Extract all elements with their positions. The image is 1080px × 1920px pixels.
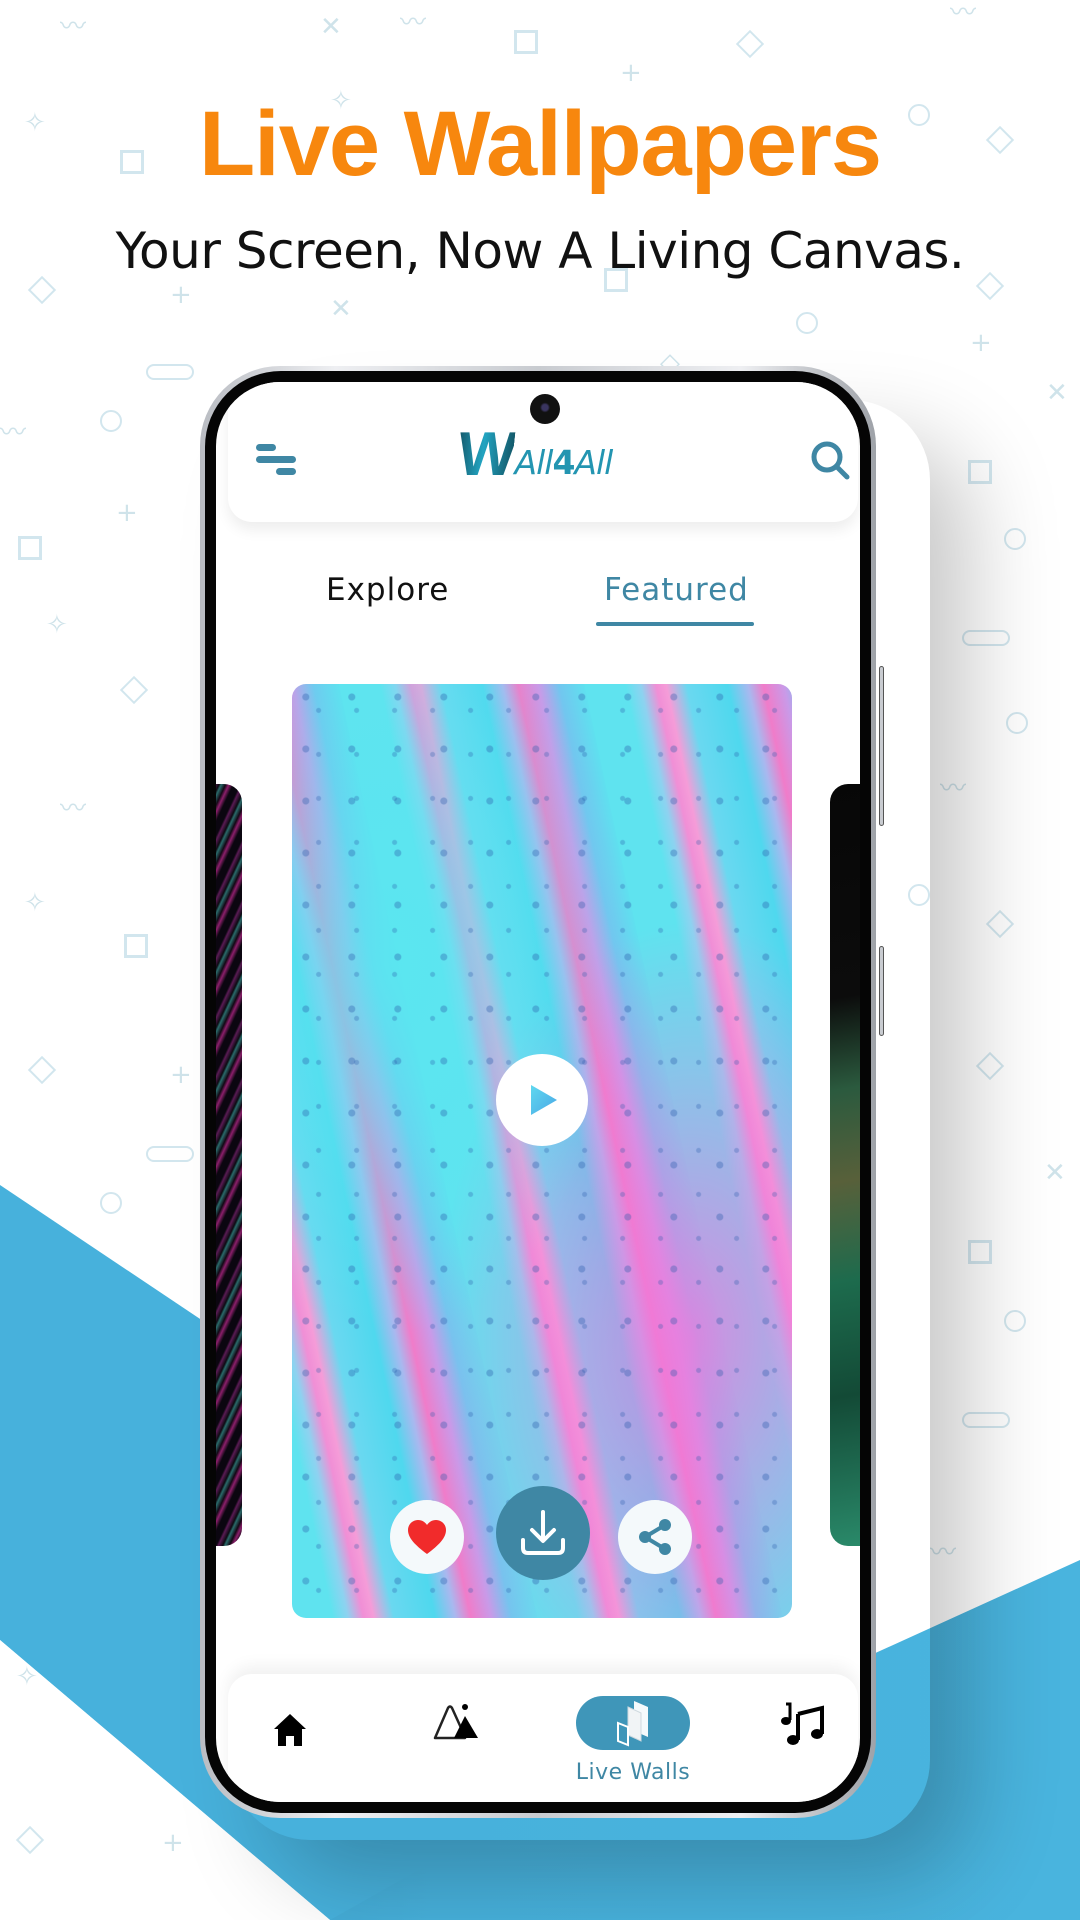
pill-doodle (962, 630, 1010, 646)
diamond-doodle (975, 1051, 1005, 1081)
tab-explore[interactable]: Explore (326, 572, 449, 608)
nav-live-walls-label[interactable]: Live Walls (568, 1760, 698, 1785)
cross-doodle: ✕ (330, 294, 352, 324)
diamond-doodle (119, 675, 149, 705)
circle-doodle (1004, 528, 1026, 550)
search-icon[interactable] (808, 438, 852, 482)
logo-initial: W (454, 420, 517, 489)
pill-doodle (962, 1412, 1010, 1428)
play-icon (531, 1085, 557, 1115)
phone-bezel: W All4All Explore Featured Live Walls (205, 371, 871, 1813)
layers-icon (617, 1701, 648, 1747)
next-wallpaper-card[interactable] (830, 784, 860, 1546)
promo-subheadline: Your Screen, Now A Living Canvas. (115, 222, 965, 280)
play-button[interactable] (496, 1054, 588, 1146)
square-doodle (514, 30, 538, 54)
front-camera (530, 394, 560, 424)
previous-wallpaper-card[interactable] (216, 784, 242, 1546)
phone-screen: W All4All Explore Featured Live Walls (216, 382, 860, 1802)
cross-doodle: ✕ (320, 12, 342, 42)
plus-doodle: + (170, 1060, 192, 1090)
pill-doodle (146, 364, 194, 380)
tab-bar: Explore Featured (216, 572, 860, 632)
square-doodle (18, 536, 42, 560)
volume-button (879, 666, 884, 826)
circle-doodle (1004, 1310, 1026, 1332)
zigzag-doodle: 〰 (940, 774, 967, 804)
zigzag-doodle: 〰 (930, 1538, 957, 1568)
phone-mockup: W All4All Explore Featured Live Walls (200, 366, 884, 1818)
promo-headline: Live Wallpapers (198, 93, 882, 195)
bottom-navigation: Live Walls (228, 1674, 858, 1802)
heart-icon (408, 1520, 446, 1554)
home-icon[interactable] (270, 1710, 310, 1750)
plus-doodle: + (970, 328, 992, 358)
app-logo: W All4All (454, 420, 614, 489)
circle-doodle (100, 410, 122, 432)
download-button[interactable] (496, 1486, 590, 1580)
nav-live-walls-button[interactable] (576, 1696, 690, 1750)
share-icon (639, 1519, 671, 1555)
logo-wordmark: All4All (514, 443, 614, 482)
sparkle-doodle: ✧ (16, 1662, 38, 1692)
active-tab-indicator (596, 622, 754, 626)
diamond-doodle (27, 1055, 57, 1085)
mountains-icon[interactable] (432, 1702, 482, 1742)
download-icon (521, 1510, 565, 1555)
circle-doodle (1006, 712, 1028, 734)
zigzag-doodle: 〰 (60, 12, 87, 42)
featured-wallpaper-card[interactable] (292, 684, 792, 1618)
square-doodle (968, 1240, 992, 1264)
menu-icon[interactable] (256, 444, 300, 478)
circle-doodle (796, 312, 818, 334)
music-notes-icon[interactable] (778, 1700, 828, 1746)
plus-doodle: + (116, 498, 138, 528)
sparkle-doodle: ✧ (46, 610, 68, 640)
tab-featured[interactable]: Featured (604, 572, 749, 608)
circle-doodle (100, 1192, 122, 1214)
zigzag-doodle: 〰 (0, 418, 27, 448)
diamond-doodle (735, 29, 765, 59)
zigzag-doodle: 〰 (950, 0, 977, 28)
cross-doodle: ✕ (1046, 378, 1068, 408)
zigzag-doodle: 〰 (400, 8, 427, 38)
square-doodle (124, 934, 148, 958)
plus-doodle: + (620, 58, 642, 88)
like-button[interactable] (390, 1500, 464, 1574)
zigzag-doodle: 〰 (60, 794, 87, 824)
power-button (879, 946, 884, 1036)
cross-doodle: ✕ (1044, 1158, 1066, 1188)
diamond-doodle (27, 275, 57, 305)
square-doodle (968, 460, 992, 484)
plus-doodle: + (162, 1828, 184, 1858)
plus-doodle: + (170, 280, 192, 310)
diamond-doodle (985, 909, 1015, 939)
share-button[interactable] (618, 1500, 692, 1574)
pill-doodle (146, 1146, 194, 1162)
sparkle-doodle: ✧ (24, 888, 46, 918)
